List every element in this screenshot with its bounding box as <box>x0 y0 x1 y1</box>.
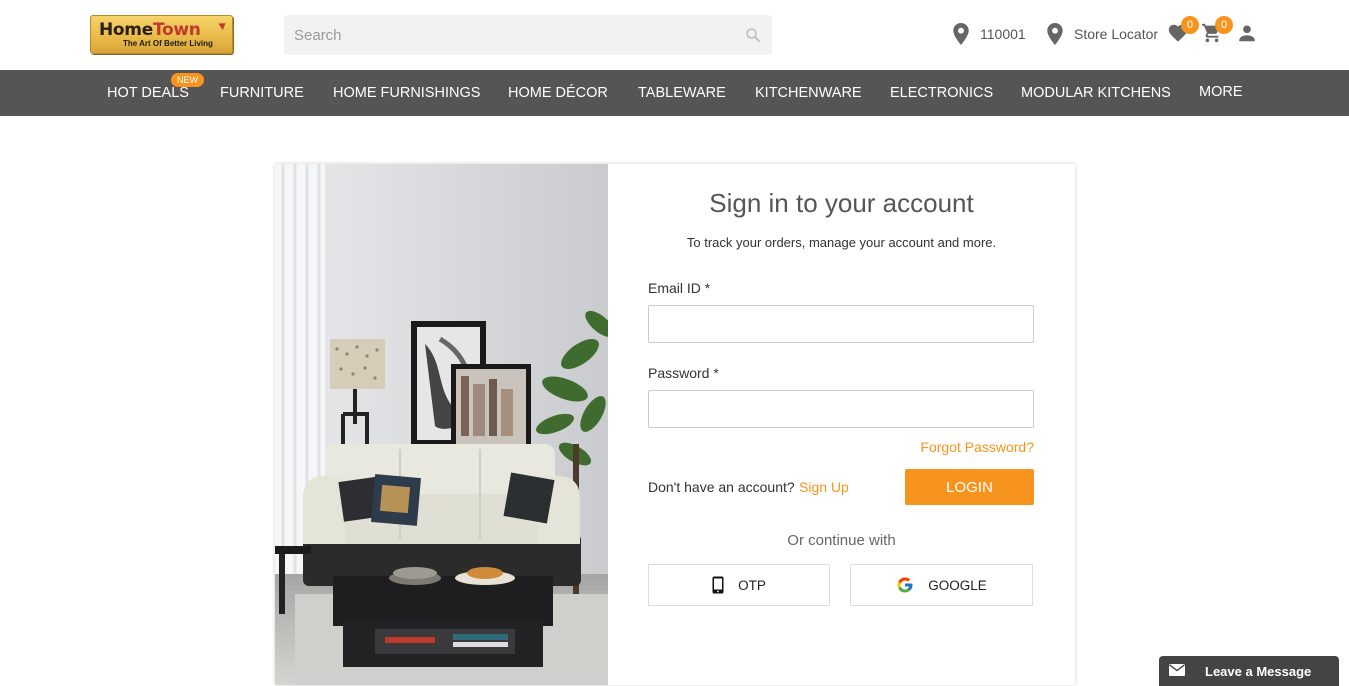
nav-item-electronics[interactable]: ELECTRONICS <box>890 70 993 116</box>
login-button[interactable]: LOGIN <box>905 469 1034 505</box>
signin-subtitle: To track your orders, manage your accoun… <box>686 235 997 250</box>
envelope-icon <box>1169 664 1185 676</box>
signin-form: Sign in to your account To track your or… <box>608 164 1075 685</box>
signin-title: Sign in to your account <box>709 188 974 218</box>
nav-item-more[interactable]: MORE <box>1199 69 1243 115</box>
otp-label: OTP <box>738 577 766 593</box>
nav-item-furniture[interactable]: FURNITURE <box>220 70 304 116</box>
location-pin-icon <box>953 23 969 45</box>
no-account-text: Don't have an account? <box>648 479 795 495</box>
leave-message-label: Leave a Message <box>1205 664 1312 679</box>
user-icon <box>1239 25 1255 42</box>
wishlist-button[interactable]: 0 <box>1167 16 1199 46</box>
account-button[interactable] <box>1236 22 1260 46</box>
logo-arrow-icon <box>218 20 228 30</box>
password-label: Password * <box>648 365 719 381</box>
store-locator-label: Store Locator <box>1074 26 1159 42</box>
google-icon <box>897 577 913 593</box>
email-label: Email ID * <box>648 280 711 296</box>
cart-count-badge: 0 <box>1215 16 1233 34</box>
signin-card: Sign in to your account To track your or… <box>275 164 1075 685</box>
otp-login-button[interactable]: OTP <box>648 564 830 606</box>
living-room-illustration <box>275 164 608 685</box>
nav-item-home-furnishings[interactable]: HOME FURNISHINGS <box>333 70 480 116</box>
logo-text-home: Home <box>99 20 153 40</box>
search-bar <box>284 15 772 55</box>
password-field[interactable] <box>648 390 1034 428</box>
forgot-password-link[interactable]: Forgot Password? <box>920 439 1034 455</box>
living-room-photo <box>275 164 608 685</box>
location-pin-icon <box>1047 23 1063 45</box>
google-login-button[interactable]: GOOGLE <box>850 564 1033 606</box>
pincode-text: 110001 <box>980 26 1026 42</box>
store-locator-link[interactable]: Store Locator <box>1046 22 1158 46</box>
site-header: HomeTown The Art Of Better Living 110001… <box>0 0 1349 70</box>
hometown-logo[interactable]: HomeTown The Art Of Better Living <box>90 15 233 54</box>
nav-item-home-decor[interactable]: HOME DÉCOR <box>508 70 608 116</box>
google-label: GOOGLE <box>928 577 987 593</box>
nav-item-tableware[interactable]: TABLEWARE <box>638 70 726 116</box>
logo-text-town: Town <box>152 20 201 40</box>
or-continue-text: Or continue with <box>787 532 896 549</box>
cart-button[interactable]: 0 <box>1201 16 1233 46</box>
phone-icon <box>712 576 724 594</box>
wishlist-count-badge: 0 <box>1181 16 1199 34</box>
leave-message-widget[interactable]: Leave a Message <box>1159 656 1339 686</box>
search-icon[interactable] <box>744 26 762 44</box>
pincode-selector[interactable]: 110001 <box>952 22 1026 46</box>
nav-item-kitchenware[interactable]: KITCHENWARE <box>755 70 862 116</box>
email-field[interactable] <box>648 305 1034 343</box>
new-badge: NEW <box>171 73 204 87</box>
main-nav: HOT DEALS NEW FURNITURE HOME FURNISHINGS… <box>0 70 1349 116</box>
logo-tagline: The Art Of Better Living <box>123 39 213 48</box>
search-input[interactable] <box>284 15 724 55</box>
nav-item-label: HOT DEALS <box>107 85 189 101</box>
sign-up-link[interactable]: Sign Up <box>799 479 849 495</box>
nav-item-hot-deals[interactable]: HOT DEALS NEW <box>107 70 204 116</box>
nav-item-modular-kitchens[interactable]: MODULAR KITCHENS <box>1021 70 1171 116</box>
